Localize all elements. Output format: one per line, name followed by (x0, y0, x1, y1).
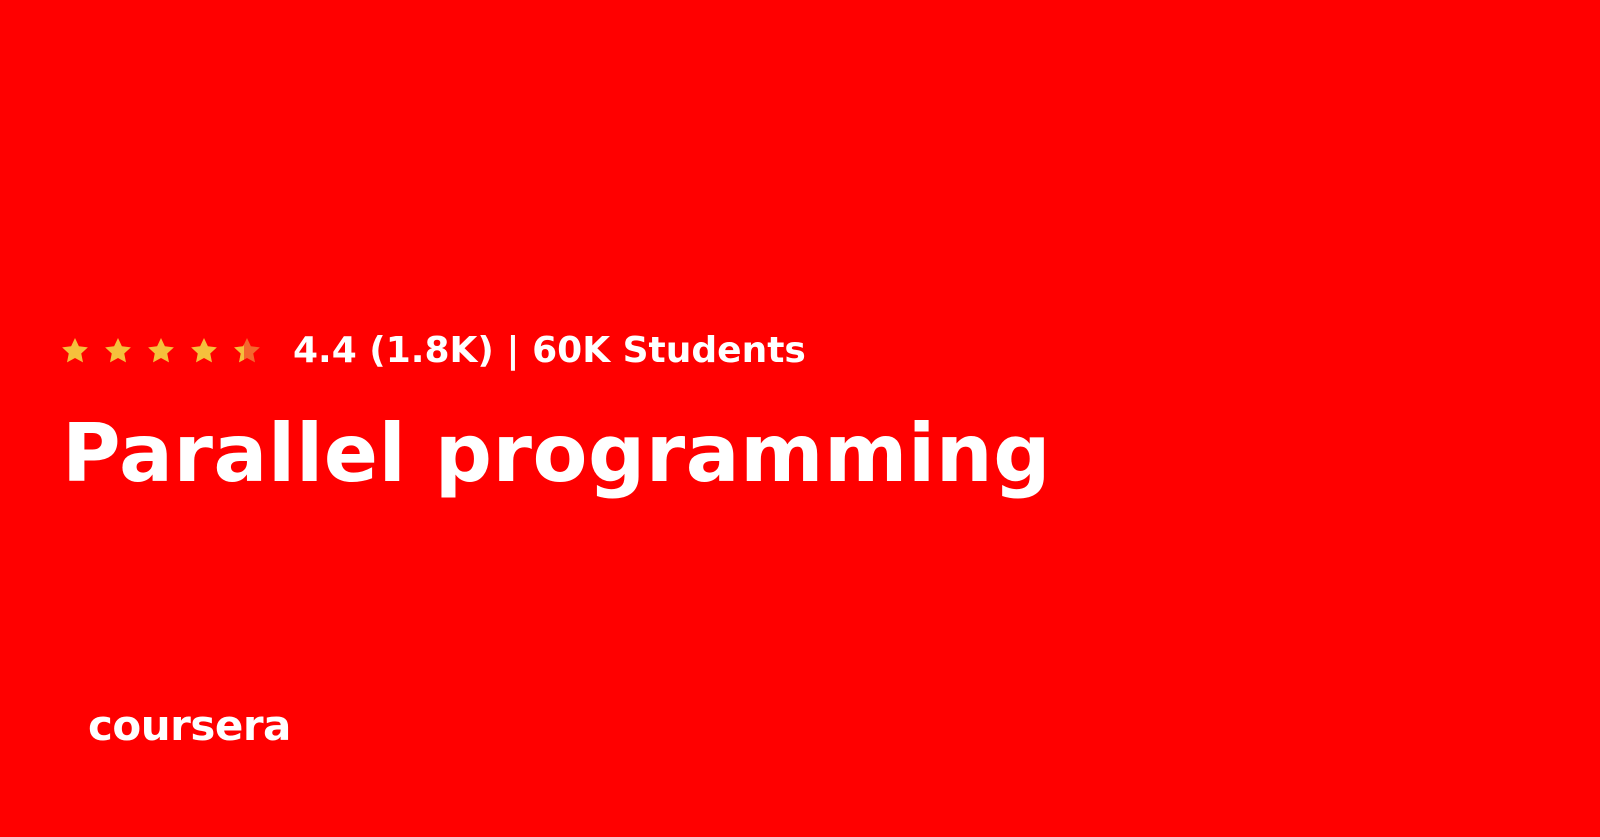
coursera-logo: coursera (88, 701, 291, 750)
star-half-icon (232, 336, 262, 366)
course-banner: 4.4 (1.8K) | 60K Students Parallel progr… (0, 0, 1600, 837)
star-icon (103, 336, 133, 366)
rating-summary: 4.4 (1.8K) | 60K Students (293, 330, 806, 371)
star-icon (60, 336, 90, 366)
star-icon (146, 336, 176, 366)
rating-stars (60, 336, 263, 366)
rating-row: 4.4 (1.8K) | 60K Students (60, 326, 806, 376)
course-title: Parallel programming (62, 407, 1052, 500)
star-icon (189, 336, 219, 366)
